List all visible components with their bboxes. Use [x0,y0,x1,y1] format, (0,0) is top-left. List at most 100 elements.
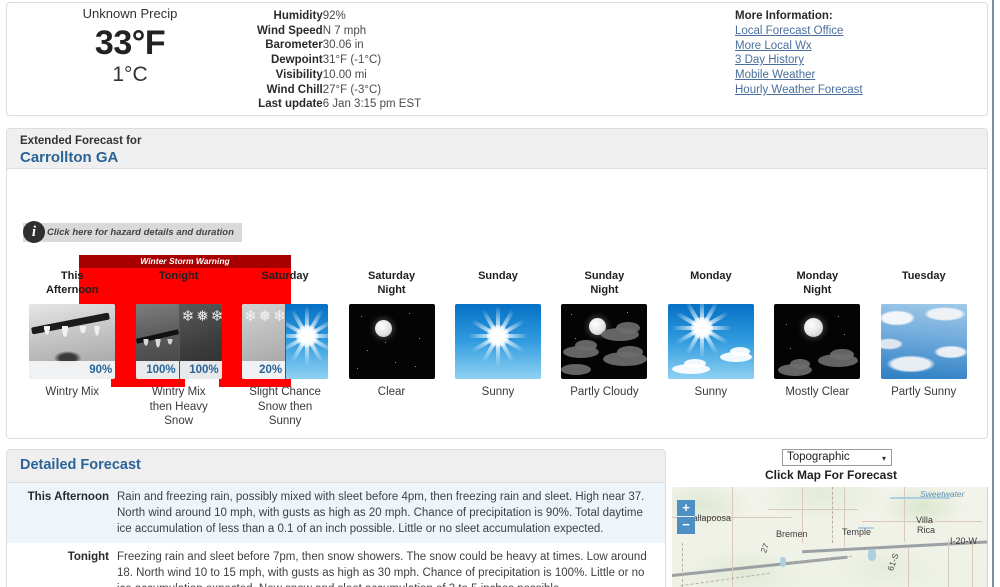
current-conditions-panel: Unknown Precip 33°F 1°C Humidity 92% Win… [6,2,988,116]
map-layer-select-value: Topographic [787,451,850,463]
partly-cloudy-night-icon [561,304,648,379]
map-zoom-out-button[interactable]: − [677,517,695,534]
moon-icon [374,320,392,337]
current-conditions-table-body: Humidity 92% Wind Speed N 7 mph Baromete… [257,9,421,112]
icon-panel [667,304,754,379]
precip-probability: 90% [29,361,116,379]
forecast-description: Partly Sunny [891,386,957,398]
forecast-day-label: Tonight [158,270,199,282]
forecast-description: Sunny [694,386,728,398]
icon-panel: 100% [135,304,179,379]
link-more-local-wx[interactable]: More Local Wx [735,39,863,54]
link-hourly-weather-forecast[interactable]: Hourly Weather Forecast [735,83,863,98]
current-conditions-summary: Unknown Precip 33°F 1°C [15,5,245,88]
info-icon[interactable]: i [23,221,45,243]
map-label-temple: Temple [842,527,872,537]
hazard-details-link[interactable]: Click here for hazard details and durati… [23,223,242,242]
detail-value: 92% [322,10,346,22]
detail-value: 30.06 in [322,39,364,52]
extended-forecast-panel: Extended Forecast for Carrollton GA Clic… [6,128,988,439]
cloud-icon [683,359,706,368]
forecast-description: Slight Chance Snow then Sunny [249,386,321,427]
map-zoom-controls[interactable]: + − [677,500,695,534]
detail-label: Wind Speed [257,24,323,37]
detail-label: Last update [258,98,323,111]
forecast-description: Wintry Mix then Heavy Snow [149,386,208,427]
forecast-day-label: Monday [690,270,732,282]
table-row: Last update 6 Jan 3:15 pm EST [257,97,421,112]
forecast-period-saturday[interactable]: Saturday ❄❅❄❅❄❅❄❅❄ 20% [232,269,338,429]
forecast-period-sunday-night[interactable]: Sunday Night Partly Cloudy [551,269,657,429]
forecast-icon-partly-sunny [880,304,967,379]
table-row: Visibility 10.00 mi [257,68,421,83]
detail-value: 27°F (-3°C) [322,83,382,96]
forecast-period-monday-night[interactable]: Monday Night Mostly Clear [764,269,870,429]
forecast-icon-wintry-mix-heavy-snow: 100% ❄❅❄❅❄❅❄❅❄ 100% [135,304,222,379]
icon-panel [454,304,541,379]
link-3-day-history[interactable]: 3 Day History [735,53,863,68]
hazard-banner-title: Winter Storm Warning [79,255,291,268]
table-row: Barometer 30.06 in [257,38,421,53]
icon-panel [880,304,967,379]
forecast-period-this-afternoon[interactable]: This Afternoon 90% Wintry Mix [19,269,125,429]
forecast-day-label: Sunday Night [584,270,625,296]
forecast-day-label: Saturday [261,270,309,282]
current-temperature-c: 1°C [112,63,148,86]
detail-value: 6 Jan 3:15 pm EST [322,98,422,111]
extended-forecast-subtitle: Extended Forecast for [20,135,142,147]
detail-label: Barometer [265,39,323,52]
clear-night-icon [348,304,435,379]
detail-value: 31°F (-1°C) [322,54,382,67]
forecast-description: Sunny [481,386,515,398]
forecast-icon-sunny-clouds [667,304,754,379]
mostly-clear-night-icon [774,304,861,379]
table-row: Humidity 92% [257,9,421,24]
map-layer-select[interactable]: Topographic ▾ [782,449,892,466]
forecast-map[interactable]: + − Sweetwater Tallapoosa Bremen Temple … [672,487,988,587]
map-label-villa: Villa [916,515,933,525]
forecast-description: Partly Cloudy [570,386,639,398]
forecast-period-tonight[interactable]: Tonight 100% ❄❅❄❅❄❅❄❅❄ 100% Wintry Mixth… [125,269,231,429]
forecast-columns: This Afternoon 90% Wintry Mix Tonight 10… [19,269,977,429]
map-label-rica: Rica [917,525,936,535]
detail-value: N 7 mph [322,24,367,37]
table-row: Wind Speed N 7 mph [257,24,421,39]
link-local-forecast-office[interactable]: Local Forecast Office [735,24,863,39]
icon-panel [348,304,435,379]
map-zoom-in-button[interactable]: + [677,500,695,517]
precip-probability: 100% [179,361,222,379]
map-caption: Click Map For Forecast [764,468,898,482]
detailed-forecast-panel: Detailed Forecast This Afternoon Rain an… [6,449,666,587]
moon-icon [804,318,824,337]
forecast-period-monday[interactable]: Monday Sunny [658,269,764,429]
detailed-forecast-row: Tonight Freezing rain and sleet before 7… [7,543,665,587]
map-label-i20w: I-20-W [950,536,977,546]
precip-probability: 20% [242,361,286,379]
detail-label: Dewpoint [270,54,323,67]
forecast-icon-snow-then-sunny: ❄❅❄❅❄❅❄❅❄ 20% [242,304,329,379]
icon-panel: ❄❅❄❅❄❅❄❅❄ 20% [242,304,286,379]
partly-sunny-icon [880,304,967,379]
forecast-period-saturday-night[interactable]: Saturday Night Clear [338,269,444,429]
forecast-day-label: Sunday [478,270,518,282]
sun-icon [454,304,541,379]
detailed-forecast-row: This Afternoon Rain and freezing rain, p… [7,483,665,543]
forecast-day-label: This Afternoon [45,270,99,296]
forecast-day-label: Tuesday [901,270,946,282]
detailed-period-label: This Afternoon [27,491,109,503]
link-mobile-weather[interactable]: Mobile Weather [735,68,863,83]
table-row: Dewpoint 31°F (-1°C) [257,53,421,68]
forecast-period-tuesday[interactable]: Tuesday Partly Sunny [871,269,977,429]
forecast-icon-clear-night [348,304,435,379]
page-root: Unknown Precip 33°F 1°C Humidity 92% Win… [0,0,994,587]
forecast-icon-partly-cloudy-night [561,304,648,379]
chevron-down-icon: ▾ [881,454,886,463]
map-label-bremen: Bremen [776,529,808,539]
extended-forecast-location: Carrollton GA [20,149,119,166]
forecast-period-sunday[interactable]: Sunday Sunny [445,269,551,429]
forecast-icon-icicle: 90% [29,304,116,379]
detail-label: Visibility [275,68,323,81]
detailed-period-text: Freezing rain and sleet before 7pm, then… [117,551,647,587]
forecast-icon-sunny [454,304,541,379]
sun-icon [667,304,754,379]
